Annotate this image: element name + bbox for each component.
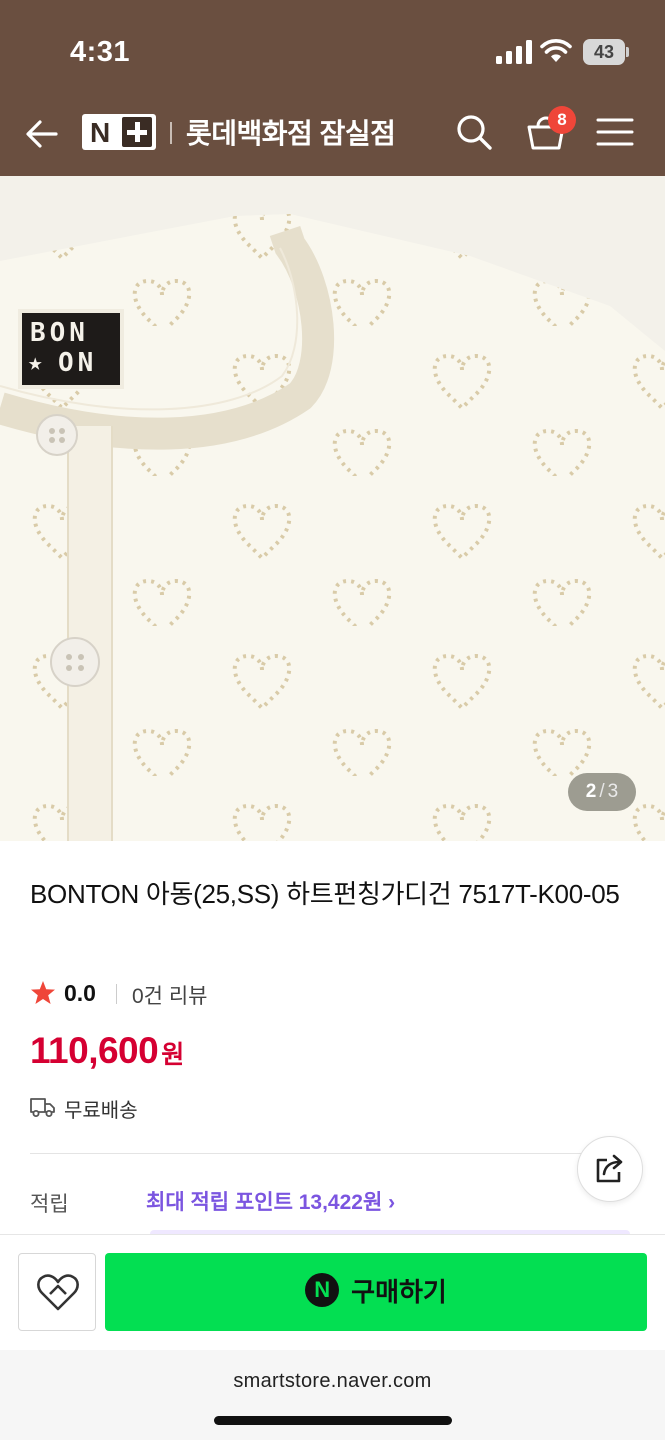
price-amount: 110,600 [30,1030,159,1071]
plus-icon [122,117,152,147]
app-header: 4:31 43 N 롯데백화점 잠실점 8 [0,0,665,176]
battery-level: 43 [593,42,615,62]
product-title: BONTON 아동(25,SS) 하트펀칭가디건 7517T-K00-05 [30,879,620,909]
rating-score: 0.0 [64,980,96,1006]
share-icon [596,1154,623,1183]
points-label: 적립 [30,1193,69,1216]
review-count[interactable]: 0건 리뷰 [132,980,207,1010]
wifi-icon [540,39,572,62]
brand-tag-line-1: BON [30,318,89,348]
status-time: 4:31 [70,36,131,68]
heart-icon [37,1274,79,1311]
shipping-text: 무료배송 [64,1100,138,1122]
pager-total: 3 [607,781,619,802]
truck-icon [30,1098,55,1117]
cellular-signal-icon [496,40,532,64]
wishlist-button[interactable] [18,1253,96,1331]
nplus-logo-letter: N [90,117,111,148]
header-divider [170,122,172,144]
navigation-bar: N 롯데백화점 잠실점 8 [0,100,665,176]
npay-icon: N [305,1273,340,1307]
star-icon [31,981,55,1004]
max-points-link[interactable]: 최대 적립 포인트 13,422원 › [146,1186,395,1216]
rating-divider [116,984,117,1004]
product-image[interactable]: BON ★ ON [0,176,665,841]
brand-tag-star-icon: ★ [28,348,43,376]
pager-separator: / [599,781,605,802]
brand-tag: BON ★ ON [24,316,118,382]
price-unit: 원 [161,1041,185,1069]
cart-count-badge: 8 [548,106,576,134]
status-bar: 4:31 43 [0,0,665,100]
menu-icon[interactable] [596,116,634,148]
store-name[interactable]: 롯데백화점 잠실점 [186,112,396,152]
url-bar[interactable]: smartstore.naver.com [0,1370,665,1393]
buy-button[interactable]: N 구매하기 [105,1253,647,1331]
nplus-logo[interactable]: N [82,114,156,150]
pager-current: 2 [585,781,597,802]
section-divider [30,1153,635,1154]
battery-indicator: 43 [583,39,629,65]
image-pager: 2/3 [568,773,636,811]
share-button[interactable] [577,1136,643,1202]
back-arrow-icon[interactable] [24,116,60,152]
browser-bar: smartstore.naver.com [0,1350,665,1440]
cardigan-illustration [0,176,665,841]
home-indicator[interactable] [214,1416,452,1425]
search-icon[interactable] [454,112,494,152]
purchase-bar: N 구매하기 [0,1234,665,1350]
brand-tag-line-2: ON [58,348,98,378]
price: 110,600 원 [30,1030,184,1072]
buy-button-label: 구매하기 [351,1277,447,1307]
